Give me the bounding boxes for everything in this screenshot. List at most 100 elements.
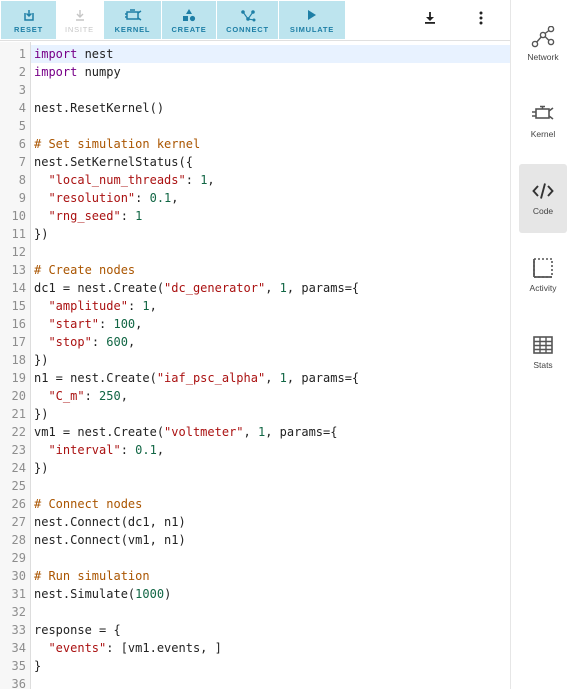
- kernel-icon: [531, 103, 555, 125]
- code-line[interactable]: 10 "rng_seed": 1: [0, 207, 510, 225]
- line-number: 5: [18, 119, 26, 133]
- code-line[interactable]: 1 import nest: [0, 45, 510, 63]
- number-token: 100: [113, 317, 136, 331]
- code-line[interactable]: 3: [0, 81, 510, 99]
- line-number: 19: [11, 371, 26, 385]
- string-token: "stop": [48, 335, 92, 349]
- code-line[interactable]: 22 vm1 = nest.Create("voltmeter", 1, para…: [0, 423, 510, 441]
- code-line[interactable]: 12: [0, 243, 510, 261]
- code-line[interactable]: 7 nest.SetKernelStatus({: [0, 153, 510, 171]
- string-token: "dc_generator": [164, 281, 266, 295]
- code-line[interactable]: 33 response = {: [0, 621, 510, 639]
- line-code-text: "resolution": 0.1,: [48, 191, 179, 205]
- line-code-text: import nest: [34, 47, 114, 61]
- code-line[interactable]: 28 nest.Connect(vm1, n1): [0, 531, 510, 549]
- code-line[interactable]: 19 n1 = nest.Create("iaf_psc_alpha", 1, p…: [0, 369, 510, 387]
- string-token: "iaf_psc_alpha": [156, 371, 266, 385]
- simulate-button[interactable]: SIMULATE: [279, 1, 345, 39]
- line-number: 3: [18, 83, 26, 97]
- insite-icon: [74, 8, 86, 22]
- line-code-text: "events": [vm1.events, ]: [48, 641, 222, 655]
- line-code-text: nest.Connect(dc1, n1): [34, 515, 186, 529]
- line-number: 18: [11, 353, 26, 367]
- create-button[interactable]: CREATE: [162, 1, 216, 39]
- code-line[interactable]: 8 "local_num_threads": 1,: [0, 171, 510, 189]
- line-code-text: "stop": 600,: [48, 335, 136, 349]
- code-line[interactable]: 14 dc1 = nest.Create("dc_generator", 1, p…: [0, 279, 510, 297]
- number-token: 1: [200, 173, 208, 187]
- insite-button[interactable]: INSITE: [57, 1, 102, 39]
- line-code-text: "local_num_threads": 1,: [48, 173, 215, 187]
- code-line[interactable]: 11}): [0, 225, 510, 243]
- line-code-text: "amplitude": 1,: [48, 299, 157, 313]
- line-number: 7: [18, 155, 26, 169]
- number-token: 1000: [135, 587, 165, 601]
- simulate-label: SIMULATE: [289, 25, 335, 34]
- sidebar-item-label: Stats: [533, 360, 553, 370]
- sidebar-item-network[interactable]: Network: [519, 10, 567, 79]
- insite-label: INSITE: [65, 25, 94, 34]
- code-line[interactable]: 4 nest.ResetKernel(): [0, 99, 510, 117]
- sidebar-item-activity[interactable]: Activity: [519, 241, 567, 310]
- line-number: 25: [11, 479, 26, 493]
- number-token: 1: [135, 209, 143, 223]
- number-token: 0.1: [135, 443, 157, 457]
- code-line[interactable]: 16 "start": 100,: [0, 315, 510, 333]
- line-number: 2: [18, 65, 26, 79]
- code-line[interactable]: 32: [0, 603, 510, 621]
- create-icon: [182, 8, 196, 22]
- code-editor[interactable]: 1 import nest 2 import numpy 3 4 nest.ResetKer…: [0, 42, 510, 689]
- code-line[interactable]: 6 # Set simulation kernel: [0, 135, 510, 153]
- connect-button[interactable]: CONNECT: [217, 1, 278, 39]
- network-icon: [530, 26, 556, 48]
- kernel-button[interactable]: KERNEL: [104, 1, 161, 39]
- code-line[interactable]: 31 nest.Simulate(1000): [0, 585, 510, 603]
- number-token: 1: [142, 299, 150, 313]
- string-token: "rng_seed": [48, 209, 121, 223]
- line-number: 32: [11, 605, 26, 619]
- line-number: 12: [11, 245, 26, 259]
- line-code-text: response = {: [34, 623, 121, 637]
- line-number: 28: [11, 533, 26, 547]
- download-button[interactable]: [418, 8, 442, 32]
- code-line[interactable]: 9 "resolution": 0.1,: [0, 189, 510, 207]
- line-number: 27: [11, 515, 26, 529]
- code-line[interactable]: 5: [0, 117, 510, 135]
- sidebar-item-stats[interactable]: Stats: [519, 318, 567, 387]
- code-line[interactable]: 15 "amplitude": 1,: [0, 297, 510, 315]
- line-number: 24: [11, 461, 26, 475]
- line-code-text: }): [34, 407, 49, 421]
- line-code-text: # Create nodes: [34, 261, 135, 279]
- code-line[interactable]: 29: [0, 549, 510, 567]
- sidebar-item-label: Code: [532, 206, 554, 216]
- code-line[interactable]: 21}): [0, 405, 510, 423]
- code-line[interactable]: 36: [0, 675, 510, 689]
- connect-label: CONNECT: [226, 25, 269, 34]
- code-line[interactable]: 27 nest.Connect(dc1, n1): [0, 513, 510, 531]
- code-line[interactable]: 23 "interval": 0.1,: [0, 441, 510, 459]
- code-line[interactable]: 34 "events": [vm1.events, ]: [0, 639, 510, 657]
- line-code-text: nest.SetKernelStatus({: [34, 155, 193, 169]
- sidebar-item-label: Activity: [529, 283, 557, 293]
- sidebar-item-label: Kernel: [530, 129, 556, 139]
- code-line[interactable]: 13 # Create nodes: [0, 261, 510, 279]
- line-number: 21: [11, 407, 26, 421]
- code-line[interactable]: 18}): [0, 351, 510, 369]
- code-line[interactable]: 17 "stop": 600,: [0, 333, 510, 351]
- more-vert-icon: [479, 11, 483, 30]
- activity-icon: [533, 257, 553, 279]
- code-line[interactable]: 26 # Connect nodes: [0, 495, 510, 513]
- code-line[interactable]: 30 # Run simulation: [0, 567, 510, 585]
- sidebar-item-kernel[interactable]: Kernel: [519, 87, 567, 156]
- more-menu-button[interactable]: [469, 8, 493, 32]
- code-line[interactable]: 2 import numpy: [0, 63, 510, 81]
- comment-token: # Run simulation: [34, 569, 150, 583]
- code-line[interactable]: 20 "C_m": 250,: [0, 387, 510, 405]
- line-code-text: }): [34, 461, 49, 475]
- code-line[interactable]: 25: [0, 477, 510, 495]
- number-token: 250: [99, 389, 121, 403]
- sidebar-item-code[interactable]: Code: [519, 164, 567, 233]
- reset-button[interactable]: RESET: [1, 1, 56, 39]
- code-line[interactable]: 35}: [0, 657, 510, 675]
- code-line[interactable]: 24}): [0, 459, 510, 477]
